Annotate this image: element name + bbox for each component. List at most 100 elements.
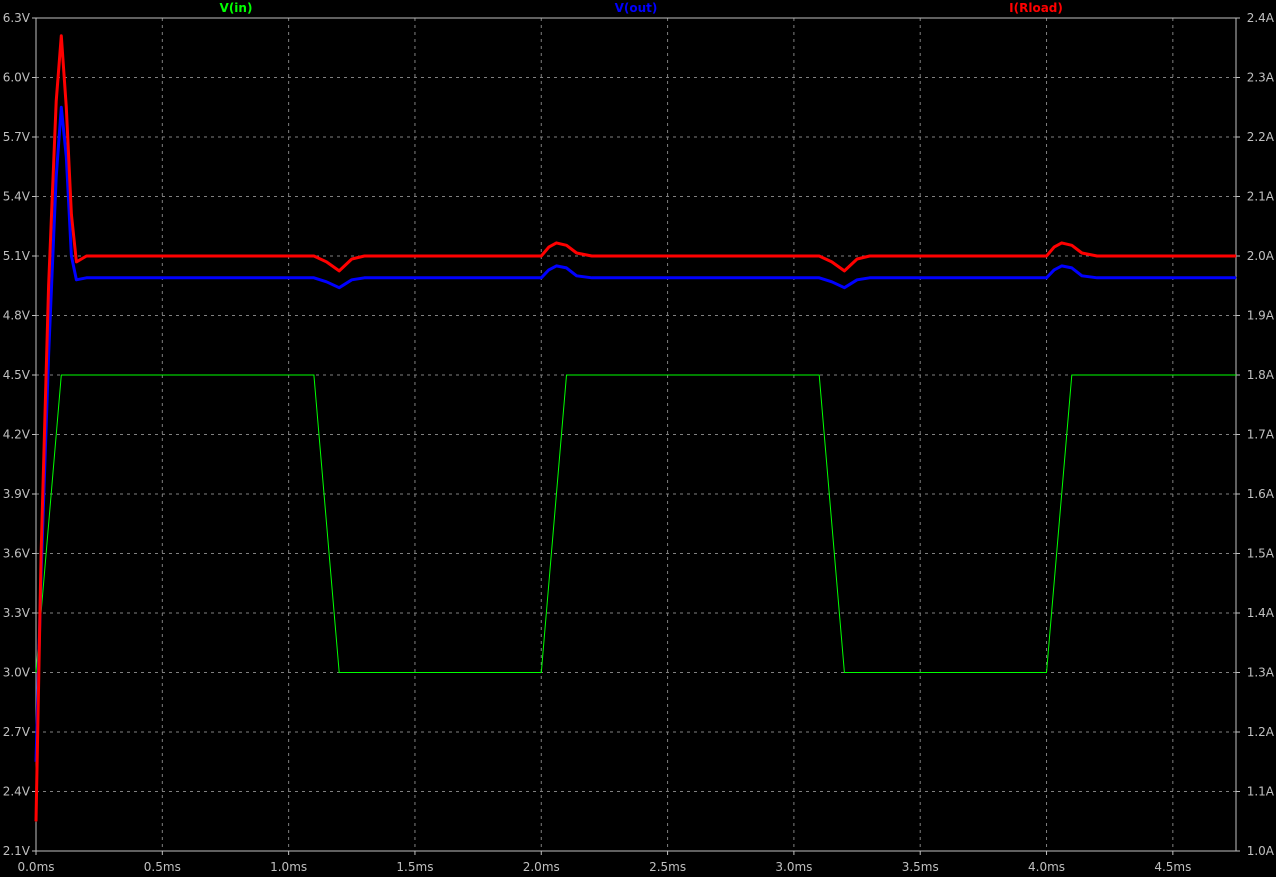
y-right-tick-label: 1.4A xyxy=(1247,606,1275,620)
y-left-tick-label: 6.3V xyxy=(3,11,31,25)
legend-i-rload[interactable]: I(Rload) xyxy=(1009,1,1063,15)
trace-point xyxy=(1081,275,1083,277)
trace-point xyxy=(843,287,845,289)
y-right-tick-label: 1.3A xyxy=(1247,666,1275,680)
trace-point xyxy=(48,285,50,287)
trace-point xyxy=(843,672,845,673)
waveform-plot[interactable]: 0.0ms 0.5ms 1.0ms 1.5ms 2.0ms 2.5ms 3.0ms 3.5ms… xyxy=(0,0,1276,877)
x-tick-label: 2.5ms xyxy=(649,860,686,874)
trace-point xyxy=(363,255,365,257)
x-tick-label: 0.0ms xyxy=(17,860,54,874)
x-tick-label: 3.5ms xyxy=(902,860,939,874)
trace-point xyxy=(540,255,542,257)
x-tick-label: 0.5ms xyxy=(144,860,181,874)
y-left-tick-label: 2.7V xyxy=(3,725,31,739)
y-left-tick-label: 4.5V xyxy=(3,368,31,382)
trace-point xyxy=(35,672,37,673)
x-tick-label: 1.0ms xyxy=(270,860,307,874)
trace-point xyxy=(65,156,67,158)
legend-v-in[interactable]: V(in) xyxy=(220,1,253,15)
trace-point xyxy=(1046,277,1047,279)
trace-point xyxy=(566,267,567,269)
y-right-tick-label: 1.0A xyxy=(1247,844,1275,858)
y-right-tick-label: 1.2A xyxy=(1247,725,1275,739)
trace-point xyxy=(70,213,72,215)
trace-point xyxy=(1071,244,1073,246)
trace-point xyxy=(35,820,37,822)
trace-point xyxy=(40,553,42,554)
trace-point xyxy=(75,261,77,263)
trace-point xyxy=(540,672,542,673)
trace-point xyxy=(60,374,62,376)
trace-point xyxy=(338,270,340,272)
y-left-tick-label: 3.6V xyxy=(3,547,31,561)
trace-point xyxy=(60,35,62,37)
trace-point xyxy=(576,252,578,254)
trace-point xyxy=(313,374,315,376)
trace-point xyxy=(55,176,57,178)
trace-point xyxy=(576,275,578,277)
trace-point xyxy=(831,261,833,263)
trace-point xyxy=(60,106,62,108)
trace-point xyxy=(548,269,550,271)
trace-point xyxy=(86,255,87,257)
trace-point xyxy=(566,374,567,376)
trace-point xyxy=(338,672,340,673)
y-right-tick-label: 1.9A xyxy=(1247,309,1275,323)
trace-point xyxy=(1235,277,1237,279)
x-tick-label: 4.5ms xyxy=(1154,860,1191,874)
trace-point xyxy=(540,277,542,279)
trace-point xyxy=(326,261,327,263)
y-left-tick-label: 3.3V xyxy=(3,606,31,620)
trace-point xyxy=(363,277,365,279)
y-left-tick-label: 2.1V xyxy=(3,844,31,858)
plot-background xyxy=(0,0,1276,877)
trace-point xyxy=(1053,246,1055,248)
trace-point xyxy=(555,242,557,244)
trace-point xyxy=(1053,269,1055,271)
trace-point xyxy=(843,270,845,272)
y-right-tick-label: 1.1A xyxy=(1247,785,1275,799)
x-tick-label: 1.5ms xyxy=(396,860,433,874)
trace-point xyxy=(136,255,138,257)
trace-point xyxy=(818,255,820,257)
y-right-tick-label: 2.2A xyxy=(1247,130,1275,144)
trace-point xyxy=(856,258,858,260)
trace-point xyxy=(856,279,858,281)
trace-point xyxy=(65,106,67,108)
trace-point xyxy=(1081,252,1083,254)
y-right-tick-label: 2.4A xyxy=(1247,11,1275,25)
x-tick-label: 4.0ms xyxy=(1028,860,1065,874)
y-left-tick-label: 3.9V xyxy=(3,487,31,501)
trace-point xyxy=(566,244,567,246)
y-left-tick-label: 4.8V xyxy=(3,309,31,323)
trace-point xyxy=(869,277,871,279)
trace-point xyxy=(351,279,353,281)
legend-v-out[interactable]: V(out) xyxy=(615,1,658,15)
y-right-tick-label: 2.3A xyxy=(1247,71,1275,85)
trace-point xyxy=(548,246,550,248)
trace-point xyxy=(313,255,315,257)
trace-point xyxy=(136,277,138,279)
trace-point xyxy=(818,277,820,279)
trace-point xyxy=(351,258,353,260)
trace-point xyxy=(555,265,557,267)
trace-point xyxy=(591,277,593,279)
x-tick-label: 3.0ms xyxy=(775,860,812,874)
y-right-tick-label: 1.5A xyxy=(1247,547,1275,561)
trace-point xyxy=(1071,374,1073,376)
trace-point xyxy=(1096,255,1098,257)
y-left-tick-label: 3.0V xyxy=(3,666,31,680)
y-right-tick-label: 2.1A xyxy=(1247,190,1275,204)
trace-point xyxy=(55,100,57,102)
trace-point xyxy=(1071,267,1073,269)
y-left-tick-label: 5.1V xyxy=(3,249,31,263)
y-left-tick-label: 6.0V xyxy=(3,71,31,85)
y-right-tick-label: 2.0A xyxy=(1247,249,1275,263)
trace-point xyxy=(1061,265,1063,267)
trace-point xyxy=(831,281,833,283)
trace-point xyxy=(1235,255,1237,257)
y-left-tick-label: 4.2V xyxy=(3,428,31,442)
trace-point xyxy=(86,277,87,279)
trace-point xyxy=(313,277,315,279)
